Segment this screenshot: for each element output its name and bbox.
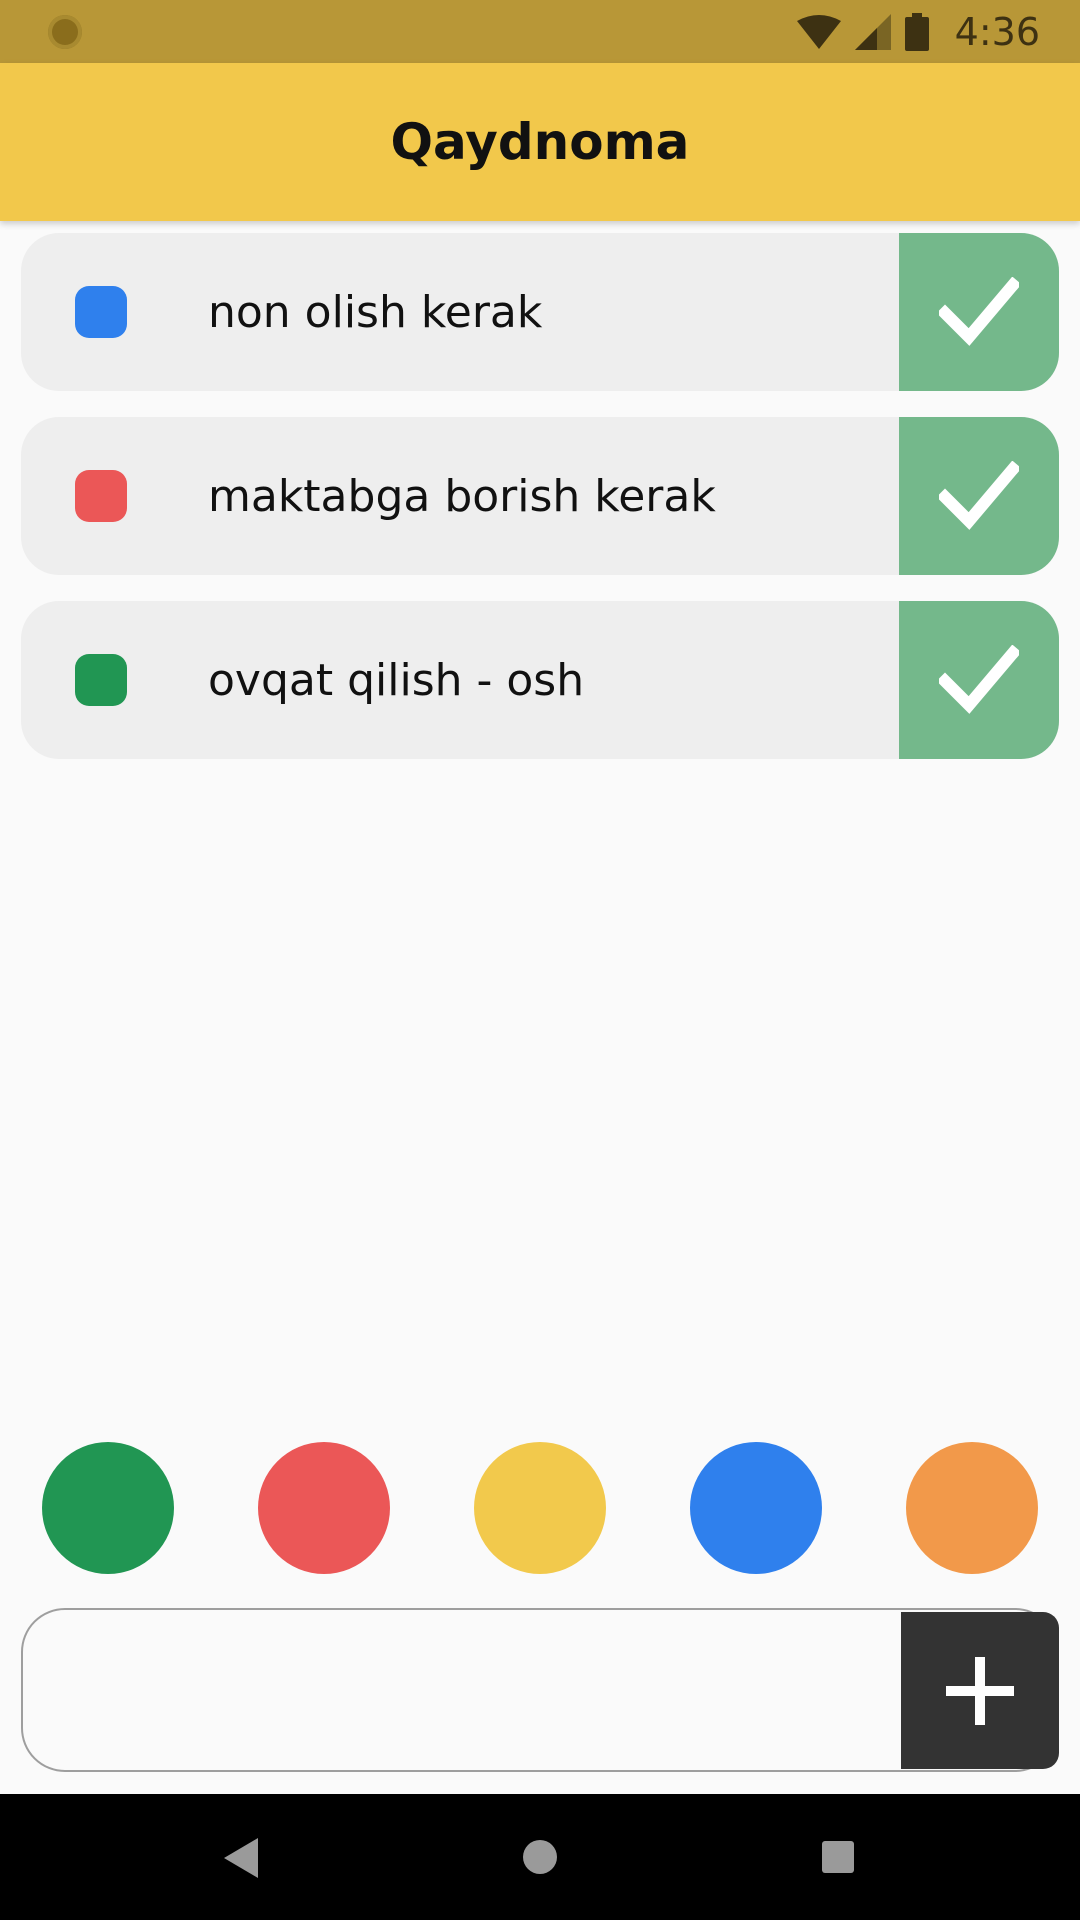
home-icon[interactable]: [523, 1840, 557, 1874]
todo-text: ovqat qilish - osh: [208, 654, 585, 706]
color-swatch-orange[interactable]: [906, 1442, 1038, 1574]
status-bar: 4:36: [0, 0, 1080, 63]
status-time: 4:36: [954, 9, 1040, 54]
check-icon: [939, 277, 1019, 346]
battery-icon: [904, 12, 929, 51]
plus-icon: [946, 1656, 1014, 1725]
done-button[interactable]: [899, 417, 1059, 575]
color-dot: [75, 654, 127, 706]
todo-text: maktabga borish kerak: [208, 470, 716, 522]
color-swatch-red[interactable]: [258, 1442, 390, 1574]
color-swatch-blue[interactable]: [690, 1442, 822, 1574]
todo-text: non olish kerak: [208, 286, 543, 338]
recents-icon[interactable]: [822, 1841, 854, 1873]
notification-icon: [48, 15, 82, 49]
done-button[interactable]: [899, 233, 1059, 391]
list-item[interactable]: ovqat qilish - osh: [21, 601, 1059, 759]
color-dot: [75, 470, 127, 522]
wifi-icon: [796, 14, 841, 49]
new-todo-input[interactable]: [53, 1610, 897, 1772]
status-icons: 4:36: [796, 0, 1040, 63]
list-item[interactable]: maktabga borish kerak: [21, 417, 1059, 575]
done-button[interactable]: [899, 601, 1059, 759]
color-swatch-yellow[interactable]: [474, 1442, 606, 1574]
check-icon: [939, 645, 1019, 714]
app-bar: Qaydnoma: [0, 63, 1080, 221]
signal-icon: [854, 13, 891, 50]
color-swatch-green[interactable]: [42, 1442, 174, 1574]
list-item[interactable]: non olish kerak: [21, 233, 1059, 391]
check-icon: [939, 461, 1019, 530]
page-title: Qaydnoma: [390, 113, 690, 171]
add-button[interactable]: [901, 1612, 1059, 1769]
back-icon[interactable]: [224, 1838, 258, 1878]
color-dot: [75, 286, 127, 338]
